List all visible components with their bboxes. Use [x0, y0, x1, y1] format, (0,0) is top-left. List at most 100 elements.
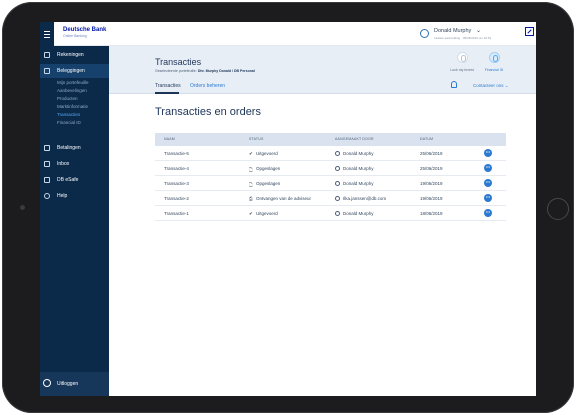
more-options-button[interactable]: •••	[484, 179, 492, 187]
home-button[interactable]	[547, 198, 569, 220]
row-created-by: Donald Murphy	[343, 151, 374, 156]
row-date: 25/06/2019	[420, 166, 443, 171]
row-status: Ontvangen van de adviseur	[256, 196, 312, 201]
tab-orders-beheren[interactable]: Orders beheren	[190, 83, 225, 89]
row-created-by: Donald Murphy	[343, 211, 374, 216]
row-created-by: Donald Murphy	[343, 166, 374, 171]
menu-button[interactable]	[40, 22, 54, 46]
row-date: 19/06/2019	[420, 181, 443, 186]
lock-invest-label: Lock my Invest	[450, 68, 474, 72]
app-screen: Deutsche Bank Online Banking Donald Murp…	[40, 22, 536, 396]
user-icon	[335, 151, 340, 156]
sidebar-subitem-financial-id[interactable]: Financial ID	[57, 120, 81, 125]
fingerprint-icon	[457, 52, 468, 63]
row-status: Uitgevoerd	[256, 151, 278, 156]
column-header-status[interactable]: STATUS	[249, 137, 264, 141]
column-header-datum[interactable]: DATUM	[420, 137, 433, 141]
table-row[interactable]: Transactie-1 ✔ Uitgevoerd Donald Murphy …	[155, 206, 506, 221]
more-options-button[interactable]: •••	[484, 194, 492, 202]
more-options-button[interactable]: •••	[484, 209, 492, 217]
brand-subtitle: Online Banking	[63, 34, 87, 38]
card-icon	[44, 52, 50, 58]
hamburger-icon	[44, 30, 50, 39]
user-icon	[420, 29, 429, 38]
bell-icon[interactable]	[451, 81, 457, 88]
sidebar-subitem-transacties[interactable]: Transacties	[57, 112, 80, 117]
logout-label: Uitloggen	[57, 381, 79, 387]
row-name: Transactie-3	[164, 181, 189, 186]
sidebar-item-db-esafe[interactable]: DB eSafe	[40, 173, 109, 187]
sidebar-item-betalingen[interactable]: Betalingen	[40, 141, 109, 155]
inbox-icon: ⎙	[249, 196, 253, 201]
tablet-frame: Deutsche Bank Online Banking Donald Murp…	[2, 2, 574, 413]
sidebar-item-label: Rekeningen	[57, 52, 84, 58]
page-subtitle: Geselecteerde portefeuille: Dhr. Murphy …	[155, 69, 255, 73]
table-header: NAAM STATUS AANGEMAAKT DOOR DATUM	[155, 133, 506, 146]
sidebar-item-label: Inbox	[57, 161, 70, 167]
sidebar: Rekeningen Beleggingen Mijn portefeuille…	[40, 46, 109, 396]
table-row[interactable]: Transactie-3 🗋 Opgeslagen Donald Murphy …	[155, 176, 506, 191]
row-date: 18/06/2019	[420, 211, 443, 216]
sidebar-item-beleggingen[interactable]: Beleggingen	[40, 64, 109, 78]
safe-icon	[44, 177, 50, 183]
db-logo-icon	[525, 27, 534, 36]
document-icon: 🗋	[249, 182, 253, 187]
user-icon	[335, 181, 340, 186]
section-title: Transacties en orders	[155, 106, 261, 118]
row-created-by: Donald Murphy	[343, 181, 374, 186]
check-icon: ✔	[249, 151, 253, 156]
row-status: Opgeslagen	[256, 166, 281, 171]
document-icon: 🗋	[249, 167, 253, 172]
last-login: Laatste aanmelding · 05/06/2019 om 10:51	[434, 36, 492, 40]
help-icon	[44, 193, 50, 199]
page-header: Transacties Geselecteerde portefeuille: …	[109, 46, 536, 78]
row-name: Transactie-1	[164, 211, 189, 216]
table-row[interactable]: Transactie-2 ⎙ Ontvangen van de adviseur…	[155, 191, 506, 206]
sidebar-item-help[interactable]: Help	[40, 189, 109, 203]
table-row[interactable]: Transactie-4 🗋 Opgeslagen Donald Murphy …	[155, 161, 506, 176]
row-date: 25/06/2019	[420, 151, 443, 156]
tab-transacties[interactable]: Transacties	[155, 83, 181, 89]
more-options-button[interactable]: •••	[484, 164, 492, 172]
lock-invest-button[interactable]: Lock my Invest	[447, 52, 477, 78]
sidebar-item-rekeningen[interactable]: Rekeningen	[40, 48, 109, 62]
more-options-button[interactable]: •••	[484, 149, 492, 157]
row-name: Transactie-5	[164, 151, 189, 156]
mail-icon	[44, 161, 50, 167]
active-tab-indicator	[155, 92, 179, 94]
user-icon	[335, 211, 340, 216]
financial-id-button[interactable]: Financial ID	[479, 52, 509, 78]
sidebar-item-label: Betalingen	[57, 145, 81, 151]
sidebar-item-label: Help	[57, 193, 68, 199]
table-row[interactable]: Transactie-5 ✔ Uitgevoerd Donald Murphy …	[155, 146, 506, 161]
sidebar-subitem-aanbevelingen[interactable]: Aanbevelingen	[57, 88, 87, 93]
user-icon	[335, 196, 340, 201]
logout-button[interactable]: Uitloggen	[40, 372, 109, 396]
sidebar-subitem-portefeuille[interactable]: Mijn portefeuille	[57, 80, 89, 85]
row-status: Opgeslagen	[256, 181, 281, 186]
sidebar-subitem-producten[interactable]: Producten	[57, 96, 78, 101]
brand-name: Deutsche Bank	[63, 27, 107, 33]
column-header-naam[interactable]: NAAM	[164, 137, 175, 141]
portfolio-value: Dhr. Murphy Donald / DB Personal	[197, 69, 255, 73]
brand: Deutsche Bank Online Banking	[63, 27, 106, 39]
power-icon	[43, 379, 51, 387]
page-title: Transacties	[155, 57, 202, 67]
chart-icon	[44, 68, 50, 74]
financial-id-label: Financial ID	[484, 68, 504, 72]
sidebar-subitem-marktinformatie[interactable]: Marktinformatie	[57, 104, 88, 109]
contact-us-dropdown[interactable]: Contacteer ons ⌄	[473, 83, 509, 89]
column-header-aangemaakt-door[interactable]: AANGEMAAKT DOOR	[335, 137, 374, 141]
user-icon	[335, 166, 340, 171]
tab-bar: Transacties Orders beheren Contacteer on…	[109, 78, 536, 94]
row-date: 19/06/2019	[420, 196, 443, 201]
sidebar-item-label: DB eSafe	[57, 177, 79, 183]
row-name: Transactie-4	[164, 166, 189, 171]
user-menu[interactable]: Donald Murphy ⌄ Laatste aanmelding · 05/…	[420, 26, 520, 42]
check-icon: ✔	[249, 211, 253, 216]
sidebar-item-label: Beleggingen	[57, 68, 85, 74]
main-content: Transacties Geselecteerde portefeuille: …	[109, 46, 536, 396]
sidebar-item-inbox[interactable]: Inbox	[40, 157, 109, 171]
camera-dot	[20, 205, 25, 210]
chevron-down-icon: ⌄	[476, 28, 482, 34]
